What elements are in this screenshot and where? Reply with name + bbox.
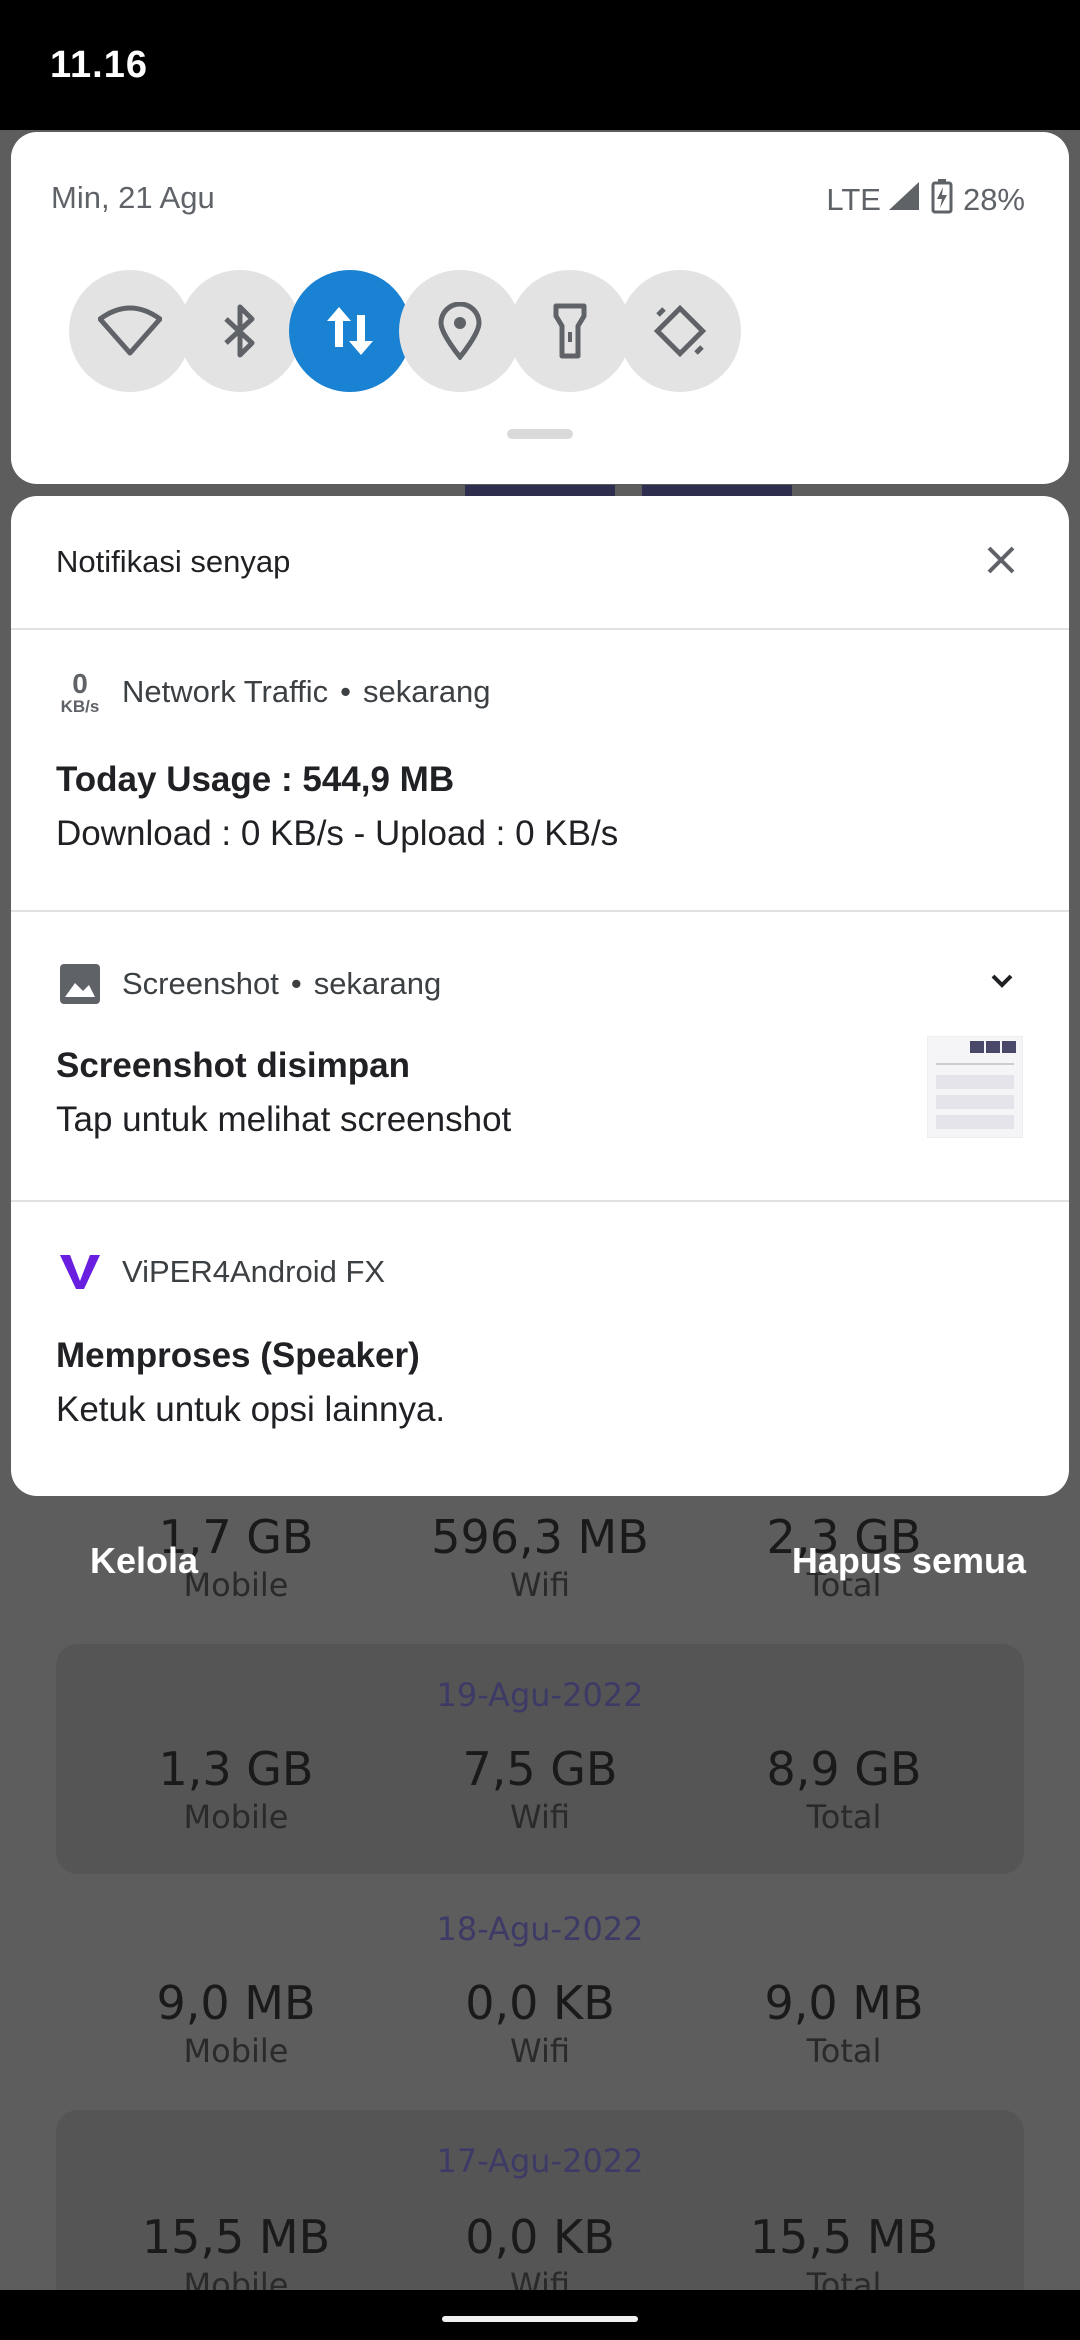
network-speed-icon: 0 KB/s — [56, 668, 104, 716]
app-name: ViPER4Android FX — [122, 1254, 386, 1289]
separator: • — [340, 674, 352, 709]
qs-date[interactable]: Min, 21 Agu — [51, 180, 215, 216]
auto-rotate-icon — [653, 304, 707, 358]
network-traffic-notification[interactable]: 0 KB/s Network Traffic • sekarang Today … — [11, 628, 1069, 912]
qs-status: LTE 28% — [826, 178, 1025, 222]
image-icon — [56, 960, 104, 1008]
bg-date: 19-Agu-2022 — [436, 1676, 644, 1714]
notification-app-row: ViPER4Android FX — [56, 1248, 385, 1296]
flashlight-icon — [553, 303, 587, 359]
notification-body: Tap untuk melihat screenshot — [56, 1100, 512, 1139]
quick-settings-panel: Min, 21 Agu LTE 28% — [11, 132, 1069, 484]
notification-title: Today Usage : 544,9 MB — [56, 760, 455, 799]
close-icon[interactable] — [981, 540, 1021, 580]
clear-all-button[interactable]: Hapus semua — [792, 1540, 1026, 1582]
location-icon — [438, 302, 482, 360]
bottom-fade — [0, 2290, 1080, 2340]
app-name: Network Traffic — [122, 674, 329, 709]
bg-date: 17-Agu-2022 — [436, 2142, 644, 2180]
battery-percent: 28% — [962, 182, 1025, 217]
flashlight-tile[interactable] — [509, 270, 631, 392]
bg-cell-total: 8,9 GB Total — [766, 1742, 922, 1836]
notification-app-row: Screenshot • sekarang — [56, 960, 441, 1008]
notification-body: Download : 0 KB/s - Upload : 0 KB/s — [56, 814, 619, 853]
notification-title: Memproses (Speaker) — [56, 1336, 420, 1375]
silent-notifications-header: Notifikasi senyap — [11, 496, 1069, 630]
viper4android-notification[interactable]: ViPER4Android FX Memproses (Speaker) Ket… — [11, 1200, 1069, 1496]
app-name: Screenshot — [122, 966, 279, 1001]
bg-date: 18-Agu-2022 — [436, 1910, 644, 1948]
network-type: LTE — [826, 182, 881, 217]
notification-body: Ketuk untuk opsi lainnya. — [56, 1390, 446, 1429]
mobile-data-icon — [327, 307, 373, 355]
wifi-icon — [98, 305, 162, 356]
speed-value: 0 — [72, 667, 88, 699]
qs-drag-handle[interactable] — [507, 429, 573, 439]
section-title: Notifikasi senyap — [56, 544, 291, 579]
separator: • — [290, 966, 302, 1001]
signal-icon — [887, 180, 921, 220]
location-tile[interactable] — [399, 270, 521, 392]
status-bar: 11.16 — [0, 0, 1080, 130]
wifi-tile[interactable] — [69, 270, 191, 392]
notification-time: sekarang — [363, 674, 491, 709]
mobile-data-tile[interactable] — [289, 270, 411, 392]
screenshot-thumbnail[interactable] — [927, 1036, 1023, 1138]
bluetooth-tile[interactable] — [179, 270, 301, 392]
notification-app-row: 0 KB/s Network Traffic • sekarang — [56, 668, 491, 716]
bg-cell-total: 9,0 MB Total — [764, 1976, 924, 2070]
clock: 11.16 — [50, 44, 148, 86]
bluetooth-icon — [224, 304, 255, 358]
speed-unit: KB/s — [60, 696, 100, 716]
notification-title: Screenshot disimpan — [56, 1046, 410, 1085]
chevron-down-icon[interactable] — [985, 964, 1019, 998]
navigation-handle[interactable] — [442, 2316, 638, 2322]
viper-logo-icon — [56, 1248, 104, 1296]
battery-icon — [931, 178, 953, 222]
manage-button[interactable]: Kelola — [90, 1540, 198, 1582]
notification-panel: Notifikasi senyap 0 KB/s Network Traffic… — [11, 496, 1069, 1496]
notification-time: sekarang — [313, 966, 442, 1001]
auto-rotate-tile[interactable] — [619, 270, 741, 392]
screenshot-notification[interactable]: Screenshot • sekarang Screenshot disimpa… — [11, 910, 1069, 1202]
